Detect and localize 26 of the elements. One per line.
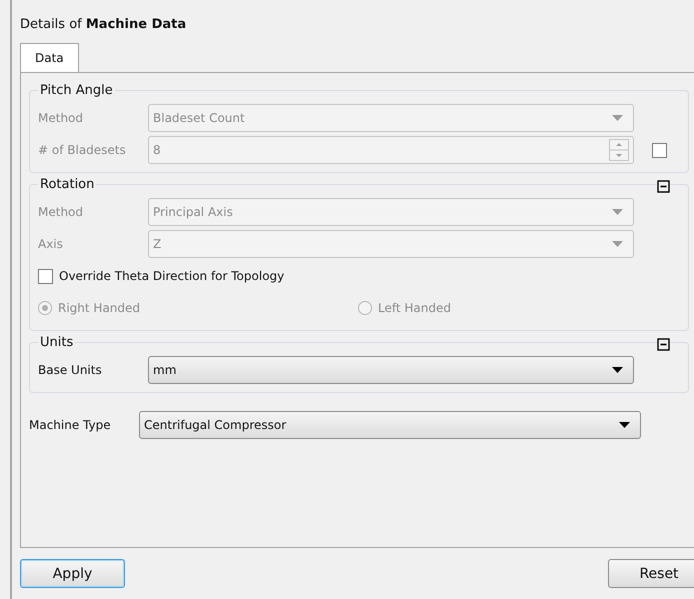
field-label: Base Units <box>38 363 103 377</box>
radio-label: Left Handed <box>378 301 451 315</box>
dropdown-arrow-icon <box>612 367 623 373</box>
field-label: Axis <box>38 237 64 251</box>
dropdown-arrow-icon <box>612 209 623 215</box>
checkbox-label: Override Theta Direction for Topology <box>59 269 284 283</box>
tab[interactable]: Data <box>20 43 79 72</box>
action-button[interactable]: Apply <box>20 559 125 588</box>
collapse-icon[interactable] <box>657 338 670 351</box>
action-button[interactable]: Reset <box>608 559 694 588</box>
dropdown[interactable]: Centrifugal Compressor <box>139 411 641 439</box>
group-title: Units <box>40 335 74 350</box>
panel-title: Details of Machine Data <box>20 17 186 32</box>
field-label: # of Bladesets <box>38 143 127 157</box>
dropdown-arrow-icon <box>612 241 623 247</box>
dropdown-arrow-icon <box>619 422 630 428</box>
field-label: Method <box>38 205 84 219</box>
field-label: Machine Type <box>29 418 112 432</box>
field-label: Method <box>38 111 84 125</box>
checkbox[interactable] <box>38 268 53 284</box>
radio-label: Right Handed <box>58 301 140 315</box>
collapse-icon[interactable] <box>657 180 670 193</box>
dropdown-arrow-icon <box>612 115 623 121</box>
group-title: Rotation <box>40 177 94 192</box>
dropdown[interactable]: mm <box>148 356 634 384</box>
group-title: Pitch Angle <box>40 83 113 98</box>
